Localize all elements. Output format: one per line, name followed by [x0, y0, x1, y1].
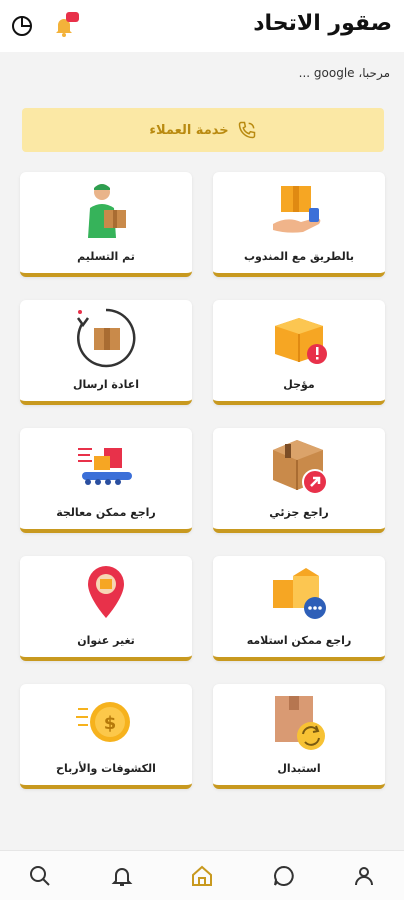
card-statements-profits[interactable]: $ الكشوفات والأرباح [20, 684, 192, 789]
coin-icon: $ [76, 702, 130, 742]
user-icon[interactable] [352, 864, 376, 888]
card-change-address[interactable]: تغير عنوان [20, 556, 192, 661]
bell-icon[interactable] [110, 864, 134, 888]
location-pin-icon [88, 566, 124, 618]
message-badge-icon [66, 12, 79, 22]
svg-text:$: $ [104, 713, 117, 734]
courier-man-icon [88, 184, 126, 238]
card-delivered[interactable]: تم التسليم [20, 172, 192, 277]
card-label: تغير عنوان [77, 634, 135, 647]
box-return-icon [76, 308, 136, 368]
card-label: راجع ممكن معالجة [56, 506, 156, 519]
card-label: راجع ممكن استلامه [246, 634, 352, 647]
chart-icon[interactable] [10, 14, 34, 38]
conveyor-icon [78, 448, 132, 485]
box-exchange-icon [275, 696, 325, 750]
customer-service-label: خدمة العملاء [149, 122, 229, 138]
boxes-more-icon [273, 568, 326, 619]
card-exchange[interactable]: استبدال [213, 684, 385, 789]
card-postponed[interactable]: مؤجل [213, 300, 385, 405]
hand-package-icon [273, 186, 321, 233]
card-partial-return[interactable]: راجع جزئي [213, 428, 385, 533]
card-label: تم التسليم [77, 250, 135, 263]
customer-service-button[interactable]: خدمة العملاء [22, 108, 384, 152]
phone-icon [238, 121, 255, 139]
bottom-nav [0, 850, 404, 900]
card-label: مؤجل [283, 378, 315, 391]
card-return-receivable[interactable]: راجع ممكن استلامه [213, 556, 385, 661]
app-header: صقور الاتحاد [0, 0, 404, 52]
card-label: اعادة ارسال [73, 378, 139, 391]
chat-icon[interactable] [272, 864, 296, 888]
box-alert-icon [275, 318, 327, 364]
app-title: صقور الاتحاد [253, 11, 392, 36]
card-label: استبدال [277, 762, 321, 775]
card-resend[interactable]: اعادة ارسال [20, 300, 192, 405]
card-label: راجع جزئي [269, 506, 329, 519]
card-label: بالطريق مع المندوب [244, 250, 354, 263]
card-with-courier[interactable]: بالطريق مع المندوب [213, 172, 385, 277]
search-icon[interactable] [28, 864, 52, 888]
card-label: الكشوفات والأرباح [56, 762, 156, 775]
home-icon[interactable] [190, 864, 214, 888]
box-return-arrow-icon [273, 440, 328, 495]
greeting-text: مرحبا، google ... [298, 66, 390, 80]
card-return-processing[interactable]: راجع ممكن معالجة [20, 428, 192, 533]
